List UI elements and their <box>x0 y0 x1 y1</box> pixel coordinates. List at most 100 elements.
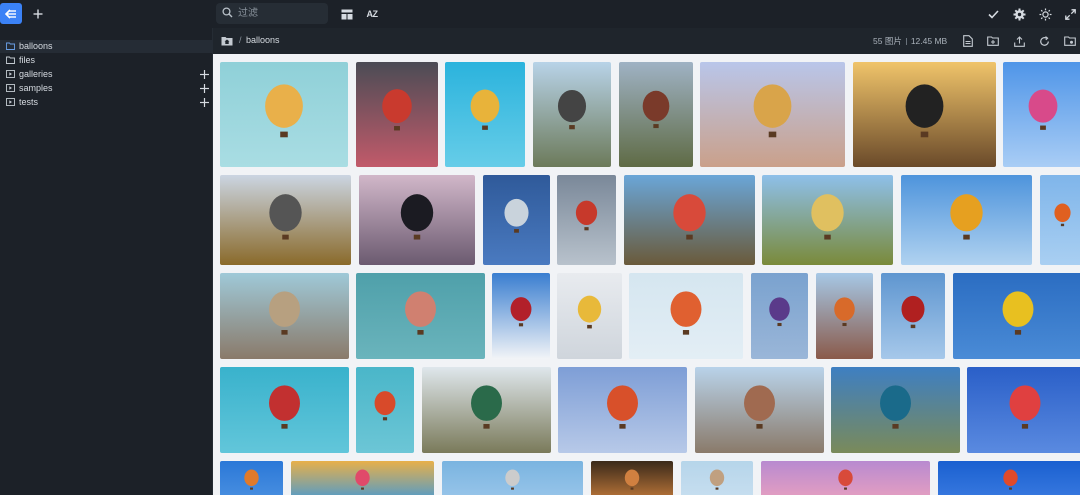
image-thumbnail[interactable] <box>220 62 348 167</box>
expand-icon <box>1064 8 1076 20</box>
balloon-icon <box>607 385 638 429</box>
layout-toggle-button[interactable] <box>337 4 357 24</box>
sidebar-item-label: samples <box>19 83 53 93</box>
file-icon <box>963 35 973 47</box>
balloon-icon <box>769 297 790 327</box>
image-thumbnail[interactable] <box>938 461 1080 495</box>
image-thumbnail[interactable] <box>220 461 283 495</box>
image-thumbnail[interactable] <box>492 273 550 359</box>
image-thumbnail[interactable] <box>220 367 349 453</box>
balloon-icon <box>709 469 725 490</box>
balloon-icon <box>244 469 259 490</box>
sort-button[interactable]: AZ <box>362 4 382 24</box>
balloon-icon <box>642 90 670 129</box>
image-thumbnail[interactable] <box>624 175 755 265</box>
image-count: 55 图片 <box>873 36 902 46</box>
fullscreen-button[interactable] <box>1060 4 1080 24</box>
image-thumbnail[interactable] <box>220 273 349 359</box>
image-thumbnail[interactable] <box>557 175 616 265</box>
upload-button[interactable] <box>1012 34 1026 48</box>
image-thumbnail[interactable] <box>1003 62 1080 167</box>
filter-input[interactable] <box>238 5 324 22</box>
sidebar-item-galleries[interactable]: galleries <box>0 68 213 81</box>
sidebar-item-label: balloons <box>19 41 53 51</box>
folder-icon <box>6 42 15 50</box>
image-thumbnail[interactable] <box>557 273 622 359</box>
sun-icon <box>1039 8 1051 20</box>
balloon-icon <box>880 385 911 429</box>
image-thumbnail[interactable] <box>356 62 438 167</box>
sidebar-item-label: files <box>19 55 36 65</box>
image-thumbnail[interactable] <box>558 367 687 453</box>
image-thumbnail[interactable] <box>483 175 550 265</box>
balloon-icon <box>504 198 529 233</box>
image-thumbnail[interactable] <box>533 62 611 167</box>
add-sample-button[interactable] <box>199 83 210 94</box>
image-thumbnail[interactable] <box>953 273 1080 359</box>
image-thumbnail[interactable] <box>695 367 824 453</box>
image-thumbnail[interactable] <box>356 273 485 359</box>
image-thumbnail[interactable] <box>816 273 873 359</box>
theme-toggle-button[interactable] <box>1035 4 1055 24</box>
image-thumbnail[interactable] <box>445 62 525 167</box>
image-thumbnail[interactable] <box>422 367 551 453</box>
image-thumbnail[interactable] <box>1040 175 1080 265</box>
refresh-button[interactable] <box>1037 34 1051 48</box>
image-thumbnail[interactable] <box>629 273 743 359</box>
balloon-icon <box>265 84 303 138</box>
balloon-icon <box>901 295 925 329</box>
image-thumbnail[interactable] <box>220 175 351 265</box>
image-thumbnail[interactable] <box>681 461 753 495</box>
gallery-icon <box>6 84 15 92</box>
main-panel: / balloons 55 图片 12.45 MB <box>213 28 1080 495</box>
sort-az-icon: AZ <box>366 9 379 19</box>
sidebar: balloons files galleries samples tests <box>0 28 213 495</box>
image-thumbnail[interactable] <box>359 175 475 265</box>
folder-gear-icon <box>1064 36 1076 46</box>
sidebar-item-samples[interactable]: samples <box>0 82 213 95</box>
sidebar-item-balloons[interactable]: balloons <box>0 40 213 53</box>
add-test-button[interactable] <box>199 97 210 108</box>
image-thumbnail[interactable] <box>761 461 930 495</box>
sidebar-item-files[interactable]: files <box>0 54 213 67</box>
image-thumbnail[interactable] <box>442 461 583 495</box>
image-thumbnail[interactable] <box>700 62 845 167</box>
balloon-icon <box>950 194 983 240</box>
balloon-icon <box>505 469 520 490</box>
plus-icon <box>200 70 209 79</box>
grid-layout-icon <box>341 9 353 19</box>
image-thumbnail[interactable] <box>762 175 893 265</box>
image-thumbnail[interactable] <box>853 62 996 167</box>
image-thumbnail[interactable] <box>881 273 945 359</box>
path-bar: / balloons 55 图片 12.45 MB <box>213 28 1080 54</box>
balloon-icon <box>1028 89 1058 130</box>
balloon-icon <box>510 297 532 327</box>
add-button[interactable] <box>27 3 49 24</box>
select-button[interactable] <box>983 4 1003 24</box>
new-folder-button[interactable] <box>986 34 1000 48</box>
balloon-icon <box>577 295 602 329</box>
balloon-icon <box>400 194 434 240</box>
settings-button[interactable] <box>1009 4 1029 24</box>
balloon-icon <box>670 291 702 335</box>
image-thumbnail[interactable] <box>619 62 693 167</box>
folder-size: 12.45 MB <box>910 36 948 46</box>
collapse-sidebar-button[interactable] <box>0 3 22 24</box>
balloon-icon <box>575 200 598 231</box>
image-thumbnail[interactable] <box>967 367 1080 453</box>
image-thumbnail[interactable] <box>901 175 1032 265</box>
balloon-icon <box>471 385 502 429</box>
breadcrumb-current[interactable]: balloons <box>246 35 280 45</box>
new-file-button[interactable] <box>961 34 975 48</box>
image-thumbnail[interactable] <box>291 461 434 495</box>
sidebar-item-tests[interactable]: tests <box>0 96 213 109</box>
home-folder-icon[interactable] <box>221 36 233 46</box>
plus-icon <box>33 9 43 18</box>
folder-icon <box>6 56 15 64</box>
image-thumbnail[interactable] <box>591 461 673 495</box>
add-gallery-button[interactable] <box>199 69 210 80</box>
image-thumbnail[interactable] <box>356 367 414 453</box>
folder-settings-button[interactable] <box>1063 34 1077 48</box>
image-thumbnail[interactable] <box>831 367 960 453</box>
image-thumbnail[interactable] <box>751 273 808 359</box>
